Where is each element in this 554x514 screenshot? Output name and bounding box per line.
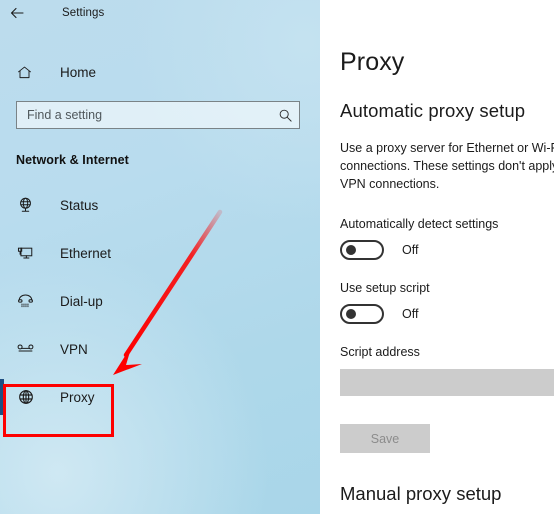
sidebar-item-label-dialup: Dial-up bbox=[60, 293, 103, 309]
auto-detect-toggle[interactable] bbox=[340, 240, 384, 261]
page-title: Proxy bbox=[340, 48, 405, 76]
auto-detect-toggle-row: Off bbox=[340, 240, 554, 261]
setup-script-label: Use setup script bbox=[340, 281, 430, 296]
sidebar-item-status[interactable]: Status bbox=[0, 181, 320, 229]
toggle-knob bbox=[346, 245, 356, 256]
home-icon bbox=[16, 64, 40, 81]
back-button[interactable] bbox=[0, 0, 34, 26]
globe-stand-icon bbox=[16, 193, 40, 217]
sidebar-item-label-status: Status bbox=[60, 197, 99, 213]
auto-detect-label: Automatically detect settings bbox=[340, 217, 499, 232]
back-arrow-icon bbox=[10, 7, 24, 19]
sidebar: Settings Home Network & Internet bbox=[0, 0, 320, 514]
sidebar-item-label-ethernet: Ethernet bbox=[60, 245, 112, 261]
setup-script-toggle-state: Off bbox=[402, 307, 419, 322]
auto-detect-toggle-state: Off bbox=[402, 243, 419, 258]
sidebar-item-vpn[interactable]: VPN bbox=[0, 325, 320, 373]
telephone-icon bbox=[16, 289, 40, 313]
save-button[interactable]: Save bbox=[340, 424, 430, 454]
search-input[interactable] bbox=[27, 108, 278, 122]
sidebar-item-dialup[interactable]: Dial-up bbox=[0, 277, 320, 325]
sidebar-item-label-vpn: VPN bbox=[60, 341, 88, 357]
app-title: Settings bbox=[62, 7, 105, 19]
search-box[interactable] bbox=[16, 101, 300, 129]
globe-icon bbox=[16, 385, 40, 409]
automatic-proxy-description: Use a proxy server for Ethernet or Wi-Fi… bbox=[340, 141, 554, 192]
sidebar-item-home[interactable]: Home bbox=[0, 55, 320, 89]
automatic-proxy-heading: Automatic proxy setup bbox=[340, 100, 526, 121]
sidebar-item-label-proxy: Proxy bbox=[60, 389, 95, 405]
vpn-icon bbox=[16, 337, 40, 361]
search-icon[interactable] bbox=[278, 108, 293, 123]
setup-script-toggle-row: Off bbox=[340, 304, 554, 325]
settings-window: Settings Home Network & Internet bbox=[0, 0, 554, 514]
content-panel: Proxy Automatic proxy setup Use a proxy … bbox=[320, 0, 554, 514]
sidebar-item-label-home: Home bbox=[60, 64, 97, 80]
sidebar-item-proxy[interactable]: Proxy bbox=[0, 373, 320, 421]
setup-script-toggle[interactable] bbox=[340, 304, 384, 325]
title-bar: Settings bbox=[0, 0, 320, 26]
monitor-icon bbox=[16, 241, 40, 265]
sidebar-item-ethernet[interactable]: Ethernet bbox=[0, 229, 320, 277]
script-address-input[interactable] bbox=[340, 369, 554, 397]
sidebar-section-title: Network & Internet bbox=[16, 153, 129, 167]
script-address-label: Script address bbox=[340, 345, 420, 360]
toggle-knob bbox=[346, 309, 356, 320]
manual-proxy-heading: Manual proxy setup bbox=[340, 483, 502, 505]
sidebar-nav-list: Status Ethernet Dial-up VPN Proxy bbox=[0, 181, 320, 421]
